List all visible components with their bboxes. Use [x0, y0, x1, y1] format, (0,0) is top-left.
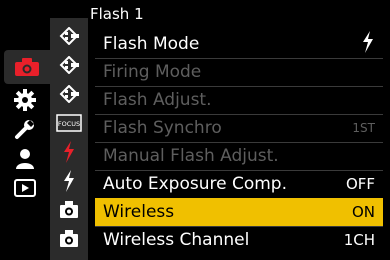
- camera-settings-icon: [58, 200, 80, 220]
- sub-tab-column: FOCUS: [50, 18, 88, 260]
- menu-item-flash-adjust[interactable]: Flash Adjust.: [95, 86, 383, 114]
- subtab-focus[interactable]: FOCUS: [50, 109, 88, 136]
- menu-item-auto-exposure-comp[interactable]: Auto Exposure Comp. OFF: [95, 170, 383, 198]
- menu-item-flash-synchro[interactable]: Flash Synchro 1ST: [95, 114, 383, 142]
- tab-setup[interactable]: [6, 115, 44, 142]
- subtab-flash-active[interactable]: [50, 138, 88, 165]
- camera-icon: [14, 57, 40, 77]
- menu-item-wireless-channel[interactable]: Wireless Channel 1CH: [95, 226, 383, 254]
- menu-item-manual-flash-adjust[interactable]: Manual Flash Adjust.: [95, 142, 383, 170]
- menu-item-label: Flash Adjust.: [103, 90, 212, 110]
- menu-item-label: Manual Flash Adjust.: [103, 146, 279, 166]
- tab-photo[interactable]: [4, 50, 50, 84]
- menu-item-value: ON: [351, 203, 375, 221]
- camera-settings-icon: [58, 229, 80, 249]
- subtab-flash[interactable]: [50, 167, 88, 194]
- main-category-column: [0, 0, 50, 260]
- menu-item-wireless[interactable]: Wireless ON: [95, 198, 383, 226]
- menu-item-label: Auto Exposure Comp.: [103, 174, 288, 194]
- menu-item-flash-mode[interactable]: Flash Mode: [95, 30, 383, 58]
- subtab-camera-settings-1[interactable]: [50, 196, 88, 223]
- menu-item-label: Flash Mode: [103, 34, 200, 54]
- tab-custom[interactable]: [6, 86, 44, 113]
- flash-icon: [62, 169, 76, 192]
- gear-icon: [14, 88, 36, 111]
- flash-icon: [62, 140, 76, 163]
- page-title: Flash 1: [90, 5, 144, 23]
- image-quality-icon: [58, 26, 80, 45]
- menu-item-label: Wireless Channel: [103, 230, 250, 250]
- person-icon: [14, 148, 36, 170]
- camera-menu-screen: FOCUS Flash 1 Flash Mode Firing Mode Fla…: [0, 0, 390, 260]
- subtab-image-quality-3[interactable]: [50, 80, 88, 107]
- menu-item-label: Wireless: [103, 202, 175, 222]
- tab-playback[interactable]: [6, 174, 44, 201]
- image-quality-icon: [58, 55, 80, 74]
- wrench-icon: [14, 118, 36, 140]
- playback-icon: [14, 178, 36, 197]
- menu-item-value: 1CH: [343, 231, 375, 249]
- focus-icon: FOCUS: [56, 113, 82, 132]
- menu-item-label: Flash Synchro: [103, 118, 222, 138]
- focus-label: FOCUS: [58, 120, 80, 128]
- tab-my-menu[interactable]: [6, 145, 44, 172]
- menu-item-value: 1ST: [352, 121, 375, 135]
- menu-item-label: Firing Mode: [103, 62, 202, 82]
- subtab-camera-settings-2[interactable]: [50, 225, 88, 252]
- menu-item-firing-mode[interactable]: Firing Mode: [95, 58, 383, 86]
- flash-forced-icon: [361, 31, 375, 57]
- subtab-image-quality-1[interactable]: [50, 22, 88, 49]
- menu-item-value: OFF: [345, 175, 375, 193]
- image-quality-icon: [58, 84, 80, 103]
- subtab-image-quality-2[interactable]: [50, 51, 88, 78]
